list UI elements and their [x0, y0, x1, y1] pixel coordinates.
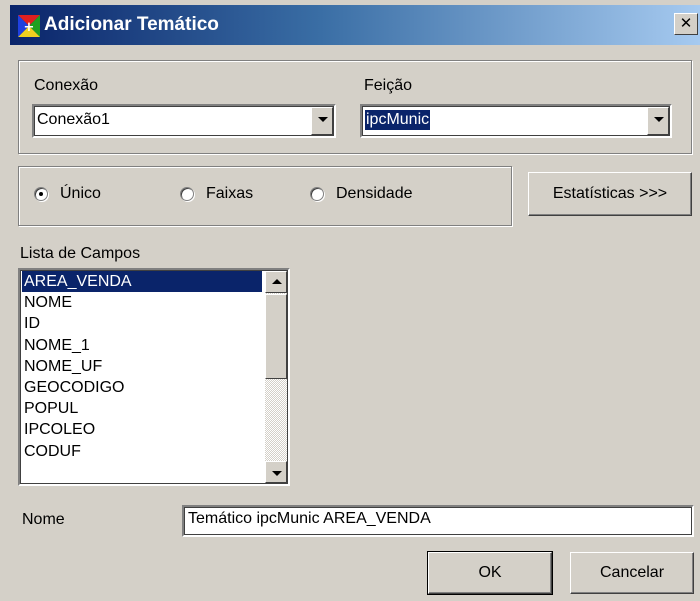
field-listbox[interactable]: AREA_VENDA NOME ID NOME_1 NOME_UF GEOCOD…: [18, 268, 290, 486]
scroll-up-icon: [272, 279, 282, 284]
radio-faixas-control[interactable]: [180, 187, 194, 201]
field-list-items: AREA_VENDA NOME ID NOME_1 NOME_UF GEOCOD…: [22, 271, 262, 462]
feicao-value: ipcMunic: [365, 110, 431, 130]
scroll-down-button[interactable]: [265, 461, 287, 483]
list-item[interactable]: AREA_VENDA: [22, 271, 262, 293]
radio-densidade-label: Densidade: [336, 185, 413, 202]
radio-unico[interactable]: Único: [34, 185, 101, 203]
radio-faixas[interactable]: Faixas: [180, 185, 253, 203]
conexao-dropdown-button[interactable]: [311, 107, 333, 135]
conexao-value: Conexão1: [37, 111, 110, 128]
dialog-window: + Adicionar Temático ✕ Conexão Conexão1 …: [0, 0, 700, 601]
scroll-down-icon: [272, 471, 282, 476]
tematico-app-icon: +: [18, 15, 40, 37]
svg-text:+: +: [24, 20, 35, 35]
field-list-scrollbar[interactable]: [265, 271, 287, 483]
list-item[interactable]: CODUF: [22, 441, 262, 462]
list-item[interactable]: IPCOLEO: [22, 419, 262, 440]
scroll-up-button[interactable]: [265, 271, 287, 293]
list-item[interactable]: GEOCODIGO: [22, 377, 262, 398]
close-icon: ✕: [679, 15, 693, 32]
cancel-button[interactable]: Cancelar: [570, 552, 694, 594]
list-item[interactable]: NOME_1: [22, 335, 262, 356]
nome-label: Nome: [22, 511, 65, 528]
nome-input[interactable]: Temático ipcMunic AREA_VENDA: [182, 505, 694, 537]
conexao-label: Conexão: [34, 77, 99, 94]
list-item[interactable]: NOME_UF: [22, 356, 262, 377]
radio-unico-control[interactable]: [34, 187, 48, 201]
statistics-button[interactable]: Estatísticas >>>: [528, 172, 692, 216]
chevron-down-icon: [318, 117, 328, 122]
radio-densidade[interactable]: Densidade: [310, 185, 413, 203]
scroll-thumb[interactable]: [265, 294, 287, 379]
title-bar[interactable]: + Adicionar Temático ✕: [10, 5, 700, 45]
chevron-down-icon: [654, 117, 664, 122]
conexao-select[interactable]: Conexão1: [32, 104, 336, 138]
feicao-select[interactable]: ipcMunic: [360, 104, 672, 138]
feicao-dropdown-button[interactable]: [647, 107, 669, 135]
ok-button[interactable]: OK: [427, 551, 553, 595]
window-title: Adicionar Temático: [44, 14, 219, 35]
radio-densidade-control[interactable]: [310, 187, 324, 201]
field-list-label: Lista de Campos: [20, 245, 141, 262]
list-item[interactable]: POPUL: [22, 398, 262, 419]
list-item[interactable]: NOME: [22, 292, 262, 313]
list-item[interactable]: ID: [22, 313, 262, 334]
feicao-label: Feição: [364, 77, 413, 94]
radio-faixas-label: Faixas: [206, 185, 254, 202]
radio-unico-label: Único: [60, 185, 101, 202]
close-button[interactable]: ✕: [674, 13, 698, 35]
